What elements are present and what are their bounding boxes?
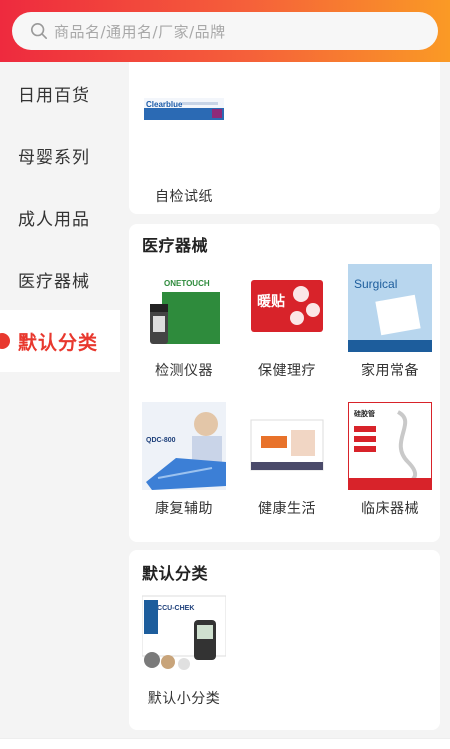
surgical-dressing-image: Surgical xyxy=(348,264,432,352)
air-mattress-image: QDC-800 xyxy=(142,402,226,490)
sidebar-item-label: 母婴系列 xyxy=(18,147,90,168)
svg-text:ACCU-CHEK: ACCU-CHEK xyxy=(152,605,194,612)
sidebar-item-label: 医疗器械 xyxy=(18,271,90,292)
sidebar-item-label: 日用百货 xyxy=(18,85,90,106)
svg-text:暖贴: 暖贴 xyxy=(257,293,285,310)
category-label: 健康生活 xyxy=(258,501,316,517)
svg-text:硅胶管: 硅胶管 xyxy=(354,409,375,418)
category-label: 自检试纸 xyxy=(155,189,213,205)
svg-text:QDC-800: QDC-800 xyxy=(146,437,176,444)
category-cell-clinical-instruments[interactable]: 硅胶管 临床器械 xyxy=(340,402,440,522)
sidebar-item-default-category[interactable]: 默认分类 xyxy=(0,310,120,372)
category-cell-detection-instruments[interactable]: ONETOUCH 检测仪器 xyxy=(134,264,234,384)
section-title: 默认分类 xyxy=(142,564,209,583)
category-label: 保健理疗 xyxy=(258,363,316,379)
category-cell-rehab-aids[interactable]: QDC-800 康复辅助 xyxy=(134,402,234,522)
section-card-default: 默认分类 ACCU-CHEK 默认小分类 xyxy=(129,550,440,730)
category-cell-test-strip[interactable]: Clearblue 自检试纸 xyxy=(134,82,234,212)
sidebar-item-daily-goods[interactable]: 日用百货 xyxy=(0,62,120,124)
section-card-top: Clearblue 自检试纸 xyxy=(129,62,440,214)
svg-text:ONETOUCH: ONETOUCH xyxy=(164,279,210,288)
sidebar-item-label: 默认分类 xyxy=(18,331,99,354)
category-label: 默认小分类 xyxy=(147,691,221,707)
category-sidebar: 日用百货 母婴系列 成人用品 医疗器械 默认分类 xyxy=(0,62,120,749)
glucose-meter-kit-image: ACCU-CHEK xyxy=(142,595,226,670)
sidebar-item-medical-devices[interactable]: 医疗器械 xyxy=(0,248,120,310)
glucose-strip-box-image: ONETOUCH xyxy=(150,274,220,344)
category-cell-household-essentials[interactable]: Surgical 家用常备 xyxy=(340,264,440,384)
section-card-medical: 医疗器械 ONETOUCH 检测仪器 暖贴 保健理疗 Surgical 家用常备… xyxy=(129,224,440,542)
sidebar-item-adult-products[interactable]: 成人用品 xyxy=(0,186,120,248)
sidebar-item-mother-baby[interactable]: 母婴系列 xyxy=(0,124,120,186)
search-placeholder: 商品名/通用名/厂家/品牌 xyxy=(54,22,226,41)
category-label: 临床器械 xyxy=(361,501,419,517)
category-cell-health-therapy[interactable]: 暖贴 保健理疗 xyxy=(237,264,337,384)
svg-text:Surgical: Surgical xyxy=(354,277,397,291)
silicone-tube-image: 硅胶管 xyxy=(348,402,432,490)
category-content: Clearblue 自检试纸 医疗器械 ONETOUCH 检测仪器 暖贴 保健理… xyxy=(120,62,450,749)
category-cell-default-subcategory[interactable]: ACCU-CHEK 默认小分类 xyxy=(134,590,234,720)
category-label: 家用常备 xyxy=(361,363,419,379)
sidebar-item-label: 成人用品 xyxy=(18,209,90,230)
heat-patch-image: 暖贴 xyxy=(251,280,323,332)
bottom-nav-edge xyxy=(0,738,450,749)
category-label: 康复辅助 xyxy=(155,501,213,517)
section-title: 医疗器械 xyxy=(142,236,209,255)
support-belt-image xyxy=(250,419,324,471)
search-bar[interactable]: 商品名/通用名/厂家/品牌 xyxy=(12,12,438,50)
category-cell-healthy-living[interactable]: 健康生活 xyxy=(237,402,337,522)
category-label: 检测仪器 xyxy=(155,363,213,379)
top-header: 商品名/通用名/厂家/品牌 xyxy=(0,0,450,62)
active-indicator xyxy=(0,333,10,349)
test-strip-image: Clearblue xyxy=(144,98,224,120)
search-icon xyxy=(30,22,48,40)
svg-text:Clearblue: Clearblue xyxy=(146,100,183,109)
